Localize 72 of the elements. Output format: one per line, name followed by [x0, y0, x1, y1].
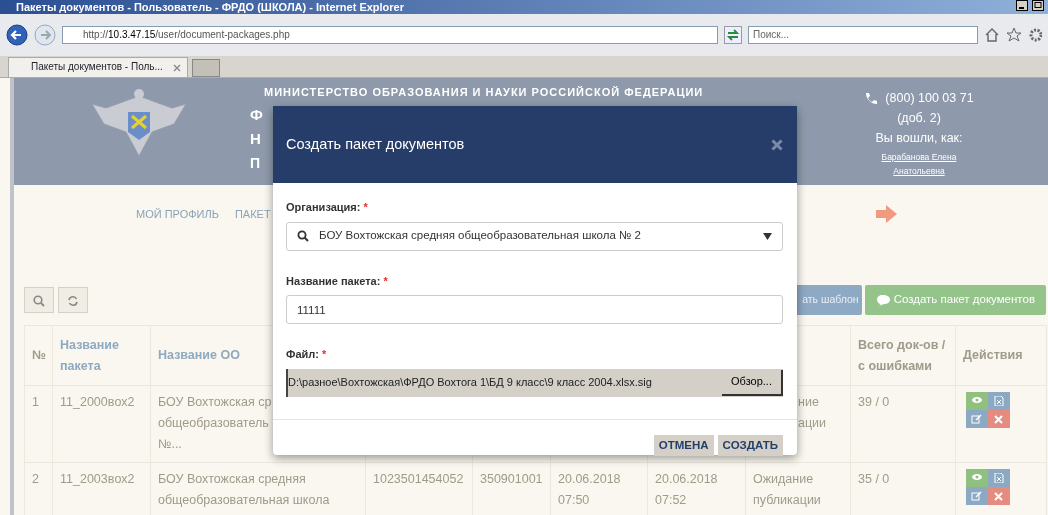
- new-tab-button[interactable]: [192, 59, 220, 77]
- search-icon: [297, 230, 309, 242]
- close-icon[interactable]: [771, 138, 783, 151]
- table-cell-text: 350901001: [480, 471, 543, 488]
- modal-title: Создать пакет документов: [286, 134, 465, 154]
- table-cell-text: 20.06.2018 07:50: [558, 471, 622, 509]
- document-button[interactable]: [988, 392, 1010, 410]
- search-icon: [33, 294, 45, 307]
- caret-icon: [763, 232, 772, 240]
- field-label: Название пакета: *: [286, 273, 389, 289]
- column-header: Всего док-ов / с ошибками: [858, 336, 947, 375]
- dialog-button[interactable]: ОТМЕНА: [653, 434, 714, 456]
- refresh-button[interactable]: [58, 287, 88, 313]
- column-header: Действия: [963, 347, 1024, 364]
- header-text: Н: [250, 128, 263, 149]
- window-title: Пакеты документов - Пользователь - ФРДО (ШКОЛА) - Internet Explorer: [16, 0, 404, 14]
- table-cell-text: 39 / 0: [858, 394, 891, 411]
- field-label: Организация: *: [286, 200, 369, 215]
- header-text: П: [250, 153, 263, 173]
- logout-icon[interactable]: [876, 204, 898, 224]
- field-label: Файл: *: [286, 347, 328, 362]
- table-cell-text: 1: [32, 394, 40, 411]
- browse-button[interactable]: Обзор...: [722, 369, 783, 396]
- document-icon: [993, 396, 1005, 406]
- table-cell-text: 11_2000вox2: [60, 394, 136, 411]
- login-label: Вы вошли, как:: [875, 130, 963, 147]
- table-cell-text: 11_2003вox2: [60, 471, 136, 488]
- phone-extension: (доб. 2): [897, 110, 941, 127]
- settings-icon[interactable]: [1028, 27, 1042, 43]
- close-icon[interactable]: [173, 64, 181, 72]
- edit-icon: [971, 414, 983, 424]
- table-cell-text: БОУ Вохтожская ср общеобразователь №...: [158, 394, 273, 453]
- search-button[interactable]: [24, 287, 54, 313]
- edit-icon: [971, 491, 983, 501]
- header-text: Ф: [250, 104, 265, 125]
- organization-select[interactable]: БОУ Вохтожская средняя общеобразовательная школа № 2: [286, 221, 783, 251]
- view-button[interactable]: [966, 469, 988, 487]
- close-icon: [993, 414, 1005, 424]
- table-cell-text: БОУ Вохтожская средняя общеобразовательная школа: [158, 471, 331, 509]
- package-name-field[interactable]: 11111: [286, 295, 783, 324]
- view-button[interactable]: [966, 392, 988, 410]
- table-cell-text: 35 / 0: [858, 471, 891, 488]
- document-button[interactable]: [988, 469, 1010, 487]
- star-icon[interactable]: [1006, 27, 1022, 43]
- table-cell-text: Ожидание публикации: [753, 471, 822, 509]
- dialog-button[interactable]: СОЗДАТЬ: [717, 434, 783, 456]
- edit-button[interactable]: [966, 410, 988, 428]
- table-cell-text: 1023501454052: [373, 471, 465, 488]
- phone-icon: [864, 91, 878, 105]
- table-cell-text: ние ации: [798, 394, 828, 432]
- browser-tab[interactable]: Пакеты документов - Поль...: [8, 57, 188, 77]
- phone-number: (800) 100 03 71: [885, 90, 974, 107]
- refresh-icon: [67, 294, 79, 307]
- file-field[interactable]: D:\разное\Вохтожская\ФРДО Вохтога 1\БД 9 класс\9 класс 2004.xlsx.sig Обзор...: [286, 368, 783, 397]
- edit-button[interactable]: [966, 487, 988, 505]
- minimize-icon[interactable]: [1016, 0, 1028, 11]
- home-icon[interactable]: [984, 27, 1000, 43]
- table-cell-text: 2: [32, 471, 40, 488]
- table-cell-text: 20.06.2018 07:52: [655, 471, 719, 509]
- maximize-icon[interactable]: [1032, 0, 1044, 11]
- speech-bubble-icon: [875, 294, 890, 306]
- ministry-title: МИНИСТЕРСТВО ОБРАЗОВАНИЯ И НАУКИ РОССИЙСКОЙ ФЕДЕРАЦИИ: [264, 85, 705, 100]
- eye-icon: [971, 396, 983, 406]
- address-field[interactable]: http://10.3.47.15/user/document-packages.php: [62, 26, 718, 44]
- search-field[interactable]: Поиск...: [748, 26, 978, 44]
- eye-icon: [971, 473, 983, 483]
- delete-button[interactable]: [988, 487, 1010, 505]
- column-header: №: [32, 347, 45, 364]
- refresh-icon[interactable]: [724, 26, 742, 44]
- document-icon: [993, 473, 1005, 483]
- close-icon: [993, 491, 1005, 501]
- delete-button[interactable]: [988, 410, 1010, 428]
